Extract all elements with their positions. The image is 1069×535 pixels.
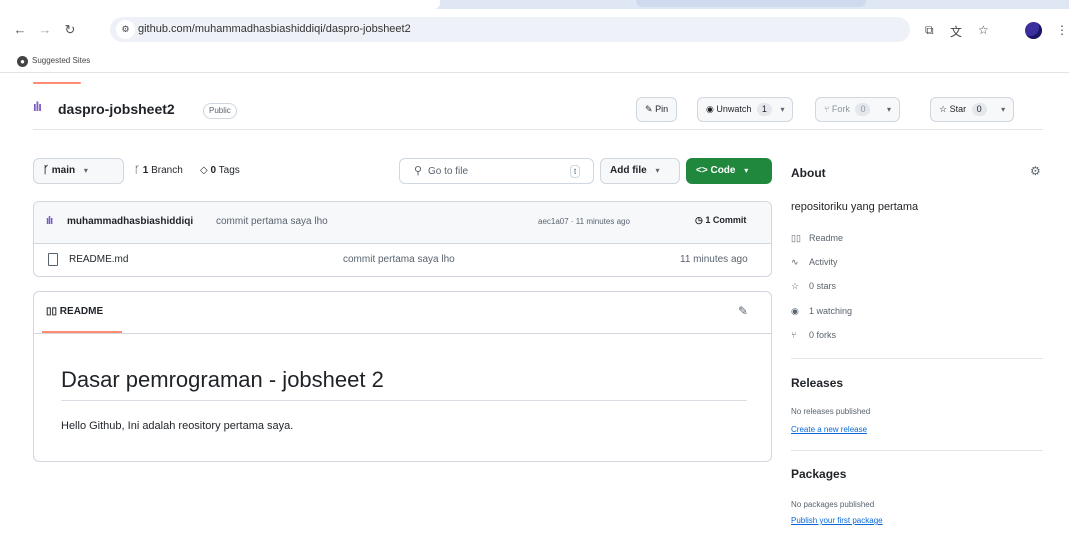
publish-package-link[interactable]: Publish your first package xyxy=(791,516,883,525)
about-activity-link[interactable]: ∿ Activity xyxy=(791,257,838,268)
file-commit-time: 11 minutes ago xyxy=(680,254,748,265)
code-button[interactable]: <> Code ▾ xyxy=(686,158,772,184)
create-release-link[interactable]: Create a new release xyxy=(791,425,867,434)
go-to-file-placeholder: Go to file xyxy=(428,166,469,177)
forward-icon[interactable]: → xyxy=(37,22,53,37)
book-icon: ▯▯ xyxy=(46,306,58,317)
commit-author-avatar[interactable]: ılı xyxy=(46,215,53,227)
chevron-down-icon: ▾ xyxy=(744,166,749,175)
site-info-icon[interactable]: ⚙ xyxy=(116,20,135,39)
watch-button[interactable]: ◉ Unwatch 1 ▾ xyxy=(697,97,794,122)
about-watching-link[interactable]: ◉ 1 watching xyxy=(791,306,852,317)
search-icon: ⚲ xyxy=(414,165,423,177)
star-count: 0 xyxy=(971,103,987,116)
fork-button[interactable]: ⑂ Fork 0 ▾ xyxy=(815,97,900,122)
commit-hash-time[interactable]: aec1a07 · 11 minutes ago xyxy=(538,217,630,226)
star-button[interactable]: ☆ Star 0 ▾ xyxy=(930,97,1015,122)
readme-panel: ▯▯ README ✎ Dasar pemrograman - jobsheet… xyxy=(33,291,772,462)
file-commit-message[interactable]: commit pertama saya lho xyxy=(343,254,455,265)
repo-owner-avatar[interactable]: ılı xyxy=(33,99,42,114)
bookmark-star-icon[interactable]: ☆ xyxy=(978,23,989,37)
pin-button[interactable]: ✎ Pin xyxy=(636,97,678,122)
add-file-button[interactable]: Add file ▾ xyxy=(600,158,680,184)
url-text[interactable]: github.com/muhammadhasbiashiddiqi/daspro… xyxy=(138,23,411,35)
browser-toolbar: ← → ↻ ⚙ github.com/muhammadhasbiashiddiq… xyxy=(0,9,1069,49)
tags-link[interactable]: ◇ 0 Tags xyxy=(200,165,240,176)
tab-underline xyxy=(33,82,81,84)
inactive-tab[interactable] xyxy=(636,0,866,7)
sidebar-divider xyxy=(791,450,1043,451)
about-title: About xyxy=(791,166,826,180)
pulse-icon: ∿ xyxy=(791,257,799,267)
address-bar[interactable]: ⚙ github.com/muhammadhasbiashiddiqi/dasp… xyxy=(110,17,910,42)
gear-icon[interactable]: ⚙ xyxy=(1030,164,1041,178)
chevron-down-icon: ▾ xyxy=(1001,105,1006,114)
eye-icon: ◉ xyxy=(706,104,714,114)
menu-icon[interactable]: ⋮ xyxy=(1056,23,1068,37)
releases-title[interactable]: Releases xyxy=(791,376,843,390)
globe-icon: ● xyxy=(17,56,28,67)
sidebar-divider xyxy=(791,358,1043,359)
latest-commit-row: ılı muhammadhasbiashiddiqi commit pertam… xyxy=(34,202,771,244)
eye-icon: ◉ xyxy=(791,306,799,316)
about-stars-link[interactable]: ☆ 0 stars xyxy=(791,281,836,292)
branch-icon: ᚴ xyxy=(43,165,49,176)
repo-header: ılı daspro-jobsheet2 Public ✎ Pin ◉ Unwa… xyxy=(0,73,1069,133)
commit-message[interactable]: commit pertama saya lho xyxy=(216,216,328,227)
profile-avatar[interactable] xyxy=(1025,22,1042,39)
book-icon: ▯▯ xyxy=(791,233,801,243)
chevron-down-icon: ▾ xyxy=(886,105,891,114)
file-icon xyxy=(48,253,58,266)
table-row[interactable]: README.md commit pertama saya lho 11 min… xyxy=(34,244,771,276)
fork-count: 0 xyxy=(855,103,871,116)
commit-count-link[interactable]: ◷ 1 Commit xyxy=(695,215,746,226)
tag-icon: ◇ xyxy=(200,165,208,176)
branch-selector[interactable]: ᚴ main ▾ xyxy=(33,158,124,184)
about-forks-link[interactable]: ⑂ 0 forks xyxy=(791,330,836,340)
about-readme-link[interactable]: ▯▯ Readme xyxy=(791,233,843,244)
star-icon: ☆ xyxy=(791,281,800,291)
translate-icon[interactable]: 文 xyxy=(950,23,962,40)
repo-name[interactable]: daspro-jobsheet2 xyxy=(58,101,175,117)
releases-note: No releases published xyxy=(791,407,871,416)
fork-icon: ⑂ xyxy=(824,104,830,114)
readme-heading: Dasar pemrograman - jobsheet 2 xyxy=(61,367,384,392)
pin-icon: ✎ xyxy=(645,104,653,114)
code-icon: <> xyxy=(696,165,708,176)
branch-icon: ᚴ xyxy=(134,165,140,176)
about-description: repositoriku yang pertama xyxy=(791,201,919,213)
browser-tab-strip xyxy=(0,0,1069,9)
fork-icon: ⑂ xyxy=(791,330,797,340)
history-icon: ◷ xyxy=(695,215,703,225)
header-divider xyxy=(33,129,1043,130)
cast-icon[interactable]: ⧉ xyxy=(925,23,934,38)
active-tab[interactable] xyxy=(0,0,440,9)
bookmark-suggested-sites[interactable]: Suggested Sites xyxy=(32,56,90,65)
chevron-down-icon: ▾ xyxy=(780,105,785,114)
tab-underline xyxy=(42,331,122,333)
star-icon: ☆ xyxy=(939,104,948,114)
file-list: ılı muhammadhasbiashiddiqi commit pertam… xyxy=(33,201,772,277)
visibility-badge: Public xyxy=(203,103,237,119)
packages-title[interactable]: Packages xyxy=(791,467,846,481)
edit-pencil-icon[interactable]: ✎ xyxy=(738,304,748,318)
branches-link[interactable]: ᚴ 1 Branch xyxy=(134,165,183,176)
tab-readme[interactable]: ▯▯ README xyxy=(46,306,103,317)
chevron-down-icon: ▾ xyxy=(83,166,88,175)
file-name[interactable]: README.md xyxy=(69,254,128,265)
bookmarks-bar: ● Suggested Sites xyxy=(0,49,1069,73)
commit-author[interactable]: muhammadhasbiashiddiqi xyxy=(67,216,193,227)
packages-note: No packages published xyxy=(791,500,875,509)
keyboard-shortcut: t xyxy=(570,165,581,178)
readme-header: ▯▯ README ✎ xyxy=(34,292,771,334)
go-to-file-input[interactable]: ⚲ Go to file t xyxy=(399,158,594,184)
chevron-down-icon: ▾ xyxy=(655,166,660,175)
reload-icon[interactable]: ↻ xyxy=(62,22,78,38)
readme-body: Hello Github, Ini adalah reository perta… xyxy=(61,420,294,432)
heading-divider xyxy=(61,400,747,401)
back-icon[interactable]: ← xyxy=(12,22,28,37)
watch-count: 1 xyxy=(756,103,772,116)
